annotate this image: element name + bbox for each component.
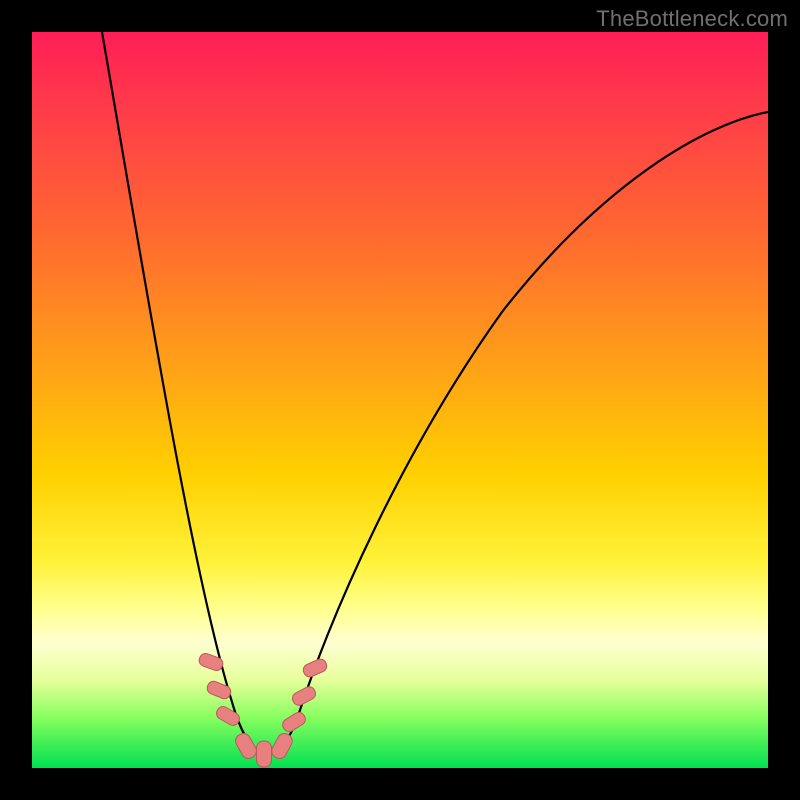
watermark-text: TheBottleneck.com	[596, 6, 788, 32]
curve-marker	[205, 679, 232, 700]
bottleneck-curve	[102, 32, 768, 754]
curve-marker	[280, 710, 307, 734]
curve-marker	[257, 741, 272, 767]
curve-marker	[269, 731, 294, 761]
curve-marker	[301, 657, 328, 679]
curve-marker	[290, 685, 317, 708]
chart-plot	[32, 32, 768, 768]
curve-marker-group	[198, 652, 329, 767]
curve-marker	[198, 652, 225, 672]
curve-marker	[214, 704, 241, 727]
chart-frame	[32, 32, 768, 768]
curve-marker	[233, 731, 259, 761]
